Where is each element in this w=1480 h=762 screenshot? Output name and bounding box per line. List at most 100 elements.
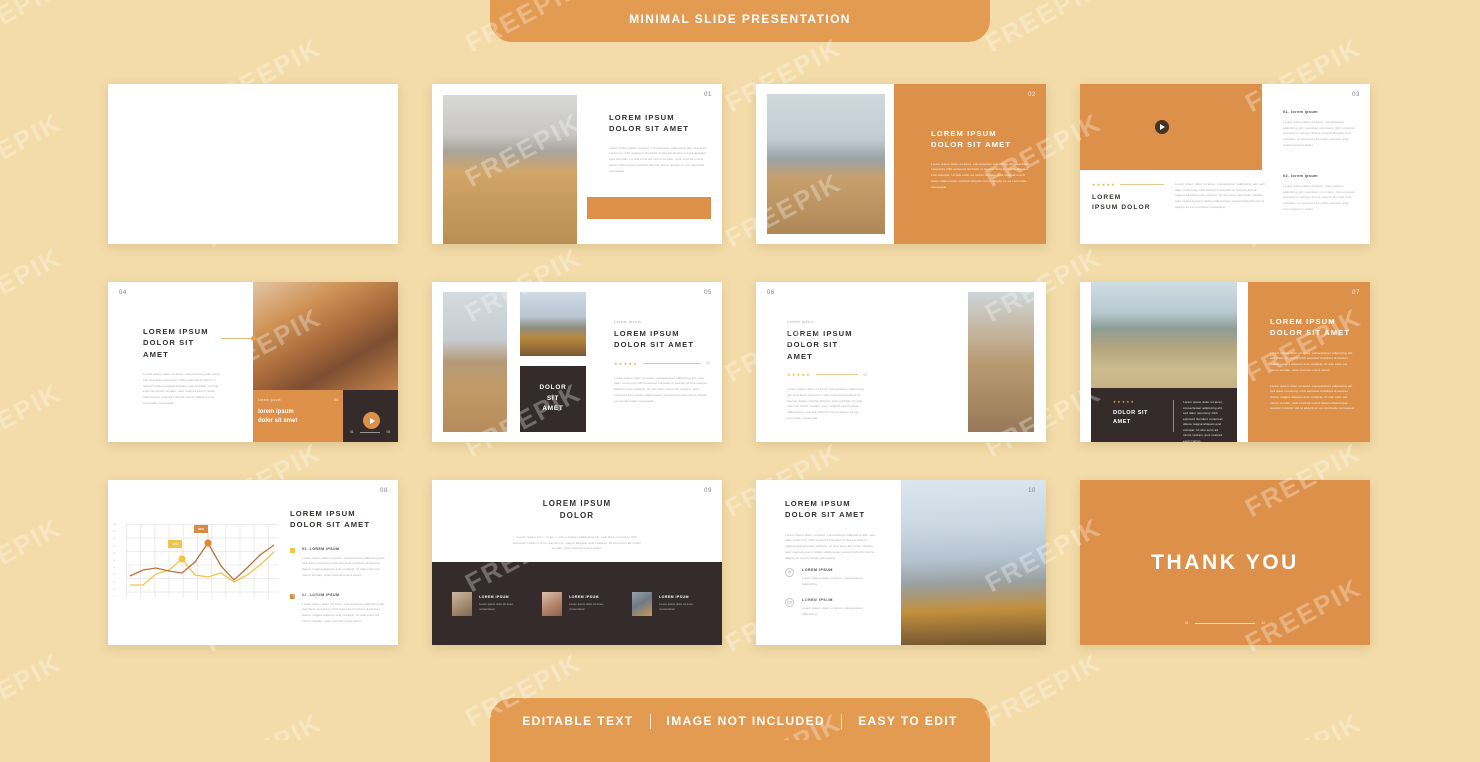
slide-05-body: Lorem ipsum dolor sit amet, consectetuer… xyxy=(614,375,708,403)
slide-04-progress[interactable]: 01 05 xyxy=(350,430,390,434)
chart-ytick: 100 xyxy=(113,524,117,526)
slide-07-caption-stars: ★★★★★ xyxy=(1113,400,1136,404)
slide-05[interactable]: 05 DOLOR SIT AMET Lorem ipsum LOREM IPSU… xyxy=(432,282,722,442)
thank-you-progress-start: 01 xyxy=(1185,621,1189,625)
slide-06-heading-line1: LOREM IPSUM xyxy=(787,329,853,338)
slide-03[interactable]: 03 ★★★★★ LOREM IPSUM DOLOR Lorem ipsum d… xyxy=(1080,84,1370,244)
chart-svg xyxy=(129,533,275,586)
slide-06-badge: 06 xyxy=(863,372,867,377)
chart-plot-area: 50% 80% xyxy=(126,524,278,598)
slide-04-progress-line xyxy=(359,431,381,433)
chart-ytick: 10 xyxy=(113,588,116,591)
legend-swatch-icon xyxy=(290,593,295,599)
thank-you-progress[interactable]: 01 12 xyxy=(1185,621,1265,625)
list-item[interactable]: LOREM IPSUM Lorem ipsum dolor sit amet, … xyxy=(542,591,612,616)
slide-08-text-block: LOREM IPSUM DOLOR SIT AMET 01. LOREM IPS… xyxy=(290,508,386,624)
slide-04-card-number: 04 xyxy=(334,398,338,402)
avatar xyxy=(542,591,563,616)
slide-grid: EPS 10 BUSINESS SLIDE PRESENTATION 01 12… xyxy=(108,84,1372,645)
avatar xyxy=(452,591,473,616)
watermark-text: FREEPIK xyxy=(200,707,326,740)
bottom-banner: EDITABLE TEXT IMAGE NOT INCLUDED EASY TO… xyxy=(490,698,990,762)
chart-ytick: 30 xyxy=(113,574,116,577)
slide-07-body-1: Lorem ipsum dolor sit amet, consectetuer… xyxy=(1270,350,1354,372)
cover-progress-line xyxy=(202,223,304,225)
watermark-text: FREEPIK xyxy=(0,377,67,464)
slide-04[interactable]: 04 LOREM IPSUM DOLOR SIT AMET Lorem ipsu… xyxy=(108,282,398,442)
slide-08-heading-line2: DOLOR SIT AMET xyxy=(290,520,371,530)
member-role: Lorem ipsum dolor sit amet, consectetuer xyxy=(569,602,604,611)
slide-08-chart[interactable]: 08 50% 80% 100 90 80 70 60 50 40 30 20 1… xyxy=(108,480,398,645)
slide-10[interactable]: 10 LOREM IPSUM DOLOR SIT AMET Lorem ipsu… xyxy=(756,480,1046,645)
cover-progress-start: 01 xyxy=(193,222,197,226)
slide-03-body-left: Lorem ipsum dolor sit amet, consectetuer… xyxy=(1175,182,1265,209)
slide-01-body: Lorem ipsum dolor sit amet, consectetuer… xyxy=(609,145,707,173)
slide-02-text-block: LOREM IPSUM DOLOR SIT AMET Lorem ipsum d… xyxy=(931,128,1032,190)
slide-03-play-button[interactable] xyxy=(1155,120,1169,134)
slide-04-card-line2: dolor sit amet xyxy=(258,418,298,424)
avatar xyxy=(632,591,653,616)
footer-divider xyxy=(841,713,843,729)
slide-05-heading-line2: DOLOR SIT AMET xyxy=(614,340,695,350)
cover-eps-label: EPS 10 xyxy=(364,92,388,98)
slide-04-heading-line2: DOLOR SIT AMET xyxy=(143,338,195,359)
slide-thank-you[interactable]: THANK YOU 01 12 xyxy=(1080,480,1370,645)
slide-07-text-block: LOREM IPSUM DOLOR SIT AMET Lorem ipsum d… xyxy=(1270,316,1356,412)
slide-10-contact-2[interactable]: LOREM IPSUM Lorem ipsum dolor sit amet, … xyxy=(785,598,877,617)
play-icon xyxy=(1160,124,1165,130)
slide-05-block-line1: DOLOR xyxy=(539,383,567,391)
slide-06[interactable]: 06 Lorem ipsum LOREM IPSUM DOLOR SIT AME… xyxy=(756,282,1046,442)
slide-04-number: 04 xyxy=(119,290,127,296)
slide-07-caption-box: ★★★★★ DOLOR SIT AMET Lorem ipsum dolor s… xyxy=(1091,388,1237,442)
slide-05-eyebrow: Lorem ipsum xyxy=(614,320,642,324)
thank-you-title: THANK YOU xyxy=(1151,550,1299,574)
chart-legend-item-1: 01. LOREM IPSUM Lorem ipsum dolor sit am… xyxy=(290,547,386,579)
chart-ytick: 70 xyxy=(113,545,116,548)
chart-y-axis: 100 90 80 70 60 50 40 30 20 10 0 xyxy=(113,524,117,598)
slide-06-photo-rocks xyxy=(968,292,1034,432)
slide-09[interactable]: 09 LOREM IPSUM DOLOR Lorem ipsum dolor s… xyxy=(432,480,722,645)
slide-03-item1-body: Lorem ipsum dolor sit amet, consectetuer… xyxy=(1283,120,1355,147)
slide-01-text-block: LOREM IPSUM DOLOR SIT AMET Lorem ipsum d… xyxy=(609,112,711,174)
slide-09-heading-line1: LOREM IPSUM xyxy=(542,499,612,508)
slide-02[interactable]: 02 LOREM IPSUM DOLOR SIT AMET Lorem ipsu… xyxy=(756,84,1046,244)
slide-04-progress-start: 01 xyxy=(350,430,354,434)
chart-point-01 xyxy=(178,555,186,563)
slide-05-block-line3: AMET xyxy=(542,405,564,413)
watermark-text: FREEPIK xyxy=(980,0,1107,59)
slide-07-caption-divider xyxy=(1173,400,1174,432)
slide-07-body-2: Lorem ipsum dolor sit amet, consectetuer… xyxy=(1270,383,1356,411)
chart-ytick: 0 xyxy=(113,595,115,598)
slide-10-number: 10 xyxy=(1028,488,1036,494)
slide-05-badge: 05 xyxy=(706,361,710,366)
slide-04-heading-line1: LOREM IPSUM xyxy=(143,327,209,336)
watermark-text: FREEPIK xyxy=(1240,707,1366,740)
slide-06-text-block: Lorem ipsum LOREM IPSUM DOLOR SIT AMET ★… xyxy=(787,320,867,421)
slide-05-heading-line1: LOREM IPSUM xyxy=(614,329,680,338)
cover-title: BUSINESS xyxy=(177,138,329,165)
slide-03-item-1: 01. lorem ipsum Lorem ipsum dolor sit am… xyxy=(1283,110,1358,148)
slide-10-contact-1[interactable]: LOREM IPSUM Lorem ipsum dolor sit amet, … xyxy=(785,568,877,587)
member-name: LOREM IPSUM xyxy=(569,595,599,600)
cover-progress[interactable]: 01 12 xyxy=(193,222,313,226)
footer-item-image-not-included: IMAGE NOT INCLUDED xyxy=(666,714,826,728)
list-item[interactable]: LOREM IPSUM Lorem ipsum dolor sit amet, … xyxy=(452,591,522,616)
slide-10-heading-line1: LOREM IPSUM xyxy=(785,499,851,508)
slide-cover[interactable]: EPS 10 BUSINESS SLIDE PRESENTATION 01 12 xyxy=(108,84,398,244)
legend-desc-1: Lorem ipsum dolor sit amet, consectetuer… xyxy=(302,555,386,577)
footer-item-easy-to-edit: EASY TO EDIT xyxy=(858,714,958,728)
slide-07[interactable]: 07 ★★★★★ DOLOR SIT AMET Lorem ipsum dolo… xyxy=(1080,282,1370,442)
top-banner: MINIMAL SLIDE PRESENTATION xyxy=(490,0,990,42)
play-icon xyxy=(369,417,375,424)
slide-01[interactable]: 01 LOREM IPSUM DOLOR SIT AMET Lorem ipsu… xyxy=(432,84,722,244)
slide-06-rule xyxy=(815,374,859,376)
slide-01-accent-block xyxy=(587,197,711,219)
contact-text-2: Lorem ipsum dolor sit amet, consectetuer… xyxy=(802,606,864,616)
slide-04-connector-line xyxy=(221,338,254,339)
list-item[interactable]: LOREM IPSUM Lorem ipsum dolor sit amet, … xyxy=(632,591,702,616)
slide-04-play-button[interactable] xyxy=(363,412,380,429)
slide-01-heading-line2: DOLOR SIT AMET xyxy=(609,124,690,134)
slide-10-photo xyxy=(901,480,1046,645)
legend-desc-2: Lorem ipsum dolor sit amet, consectetuer… xyxy=(302,601,386,623)
slide-07-caption-body: Lorem ipsum dolor sit amet, consectetuer… xyxy=(1183,400,1223,442)
